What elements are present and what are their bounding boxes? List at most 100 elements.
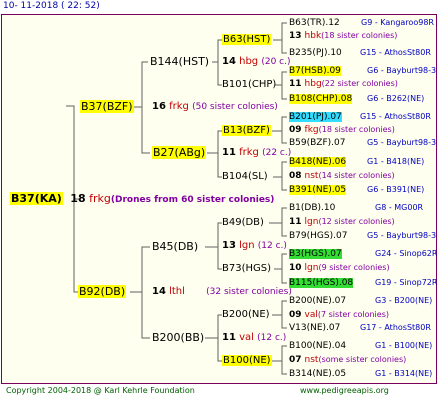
leaf-row: 10 lgn(9 sister colonies) (289, 262, 390, 274)
leaf-drone-count: 09 (289, 310, 302, 320)
root-drone-count: 18 (70, 192, 86, 205)
gen4-b63-label: B63(HST) (222, 34, 272, 45)
leaf-row: 07 nst(some sister colonies) (289, 354, 406, 366)
gen4-b13: B13(BZF) (222, 125, 271, 137)
leaf-origin-label: G15 - AthosSt80R (360, 112, 431, 121)
gen3-b200-code: val (239, 332, 254, 343)
leaf-drone-code: hbg (304, 79, 322, 89)
gen3-b45: B45(DB) (152, 240, 199, 253)
gen3-b27-count: 11 (222, 147, 236, 158)
gen4-b73-drones: 13 lgn (12 c.) (222, 240, 287, 252)
leaf-origin-label: G5 - Bayburt98-3 (367, 231, 437, 240)
leaf-drone-note: (some sister colonies) (318, 355, 407, 364)
leaf-queen-label: B201(PJ).07 (289, 112, 342, 122)
leaf-row: B79(HGS).07 G5 - Bayburt98-3 (289, 230, 436, 242)
leaf-drone-code: nst (304, 171, 319, 181)
gen3-b200-note: (12 c.) (257, 333, 287, 343)
leaf-origin-label: G1 - B418(NE) (367, 157, 425, 166)
leaf-row: V13(NE).07 G17 - AthosSt80R (289, 322, 431, 334)
leaf-drone-code: fkg (304, 125, 319, 135)
leaf-origin-label: G1 - B314(NE) (375, 369, 433, 378)
leaf-queen-label: B3(HGS).07 (289, 249, 342, 259)
leaf-origin-label: G19 - Sinop72R (375, 278, 438, 287)
gen3-b27-code: frkg (239, 147, 259, 158)
gen4-b63-drones: 14 hbg (20 c.) (222, 56, 291, 68)
drone-line-drones: 14 lthl (32 sister colonies) (152, 286, 292, 298)
leaf-origin-label: G8 - MG00R (375, 203, 424, 212)
leaf-origin-label: G5 - Bayburt98-3 (367, 138, 437, 147)
drone-line-node: B92(DB) (78, 285, 127, 298)
gen4-b63-count: 14 (222, 56, 236, 67)
queen-line-drone-code: frkg (169, 101, 189, 112)
leaf-drone-note: (12 sister colonies) (318, 217, 395, 226)
leaf-origin-label: G15 - AthosSt80R (360, 48, 431, 57)
leaf-queen-label: B418(NE).06 (289, 157, 347, 167)
leaf-queen-label: B100(NE).04 (289, 341, 347, 351)
leaf-drone-code: val (304, 310, 318, 320)
leaf-row: B7(HSB).09 G6 - Bayburt98-3 (289, 65, 436, 77)
leaf-row: B201(PJ).07 G15 - AthosSt80R (289, 111, 431, 123)
leaf-queen-label: B115(HGS).08 (289, 278, 354, 288)
leaf-drone-count: 08 (289, 171, 302, 181)
leaf-queen-label: B314(NE).05 (289, 369, 347, 379)
gen3-b200-count: 11 (222, 332, 236, 343)
leaf-origin-label: G1 - B100(NE) (375, 341, 433, 350)
leaf-row: B418(NE).06 G1 - B418(NE) (289, 156, 424, 168)
leaf-drone-code: hbk (304, 31, 322, 41)
leaf-queen-label: B200(NE).07 (289, 296, 347, 306)
leaf-row: B200(NE).07 G3 - B200(NE) (289, 295, 432, 307)
gen4-b73: B73(HGS) (222, 263, 272, 274)
copyright-text: Copyright 2004-2018 @ Karl Kehrle Founda… (6, 386, 195, 395)
leaf-origin-label: G6 - B391(NE) (367, 185, 425, 194)
leaf-row: B115(HGS).08 G19 - Sinop72R (289, 277, 437, 289)
leaf-row: B59(BZF).07 G5 - Bayburt98-3 (289, 137, 436, 149)
leaf-drone-count: 11 (289, 217, 302, 227)
leaf-row: 11 hbg(22 sister colonies) (289, 78, 398, 90)
queen-line-label: B37(BZF) (80, 100, 134, 113)
leaf-queen-label: B1(DB).10 (289, 203, 336, 213)
leaf-drone-note: (22 sister colonies) (321, 79, 398, 88)
drone-line-drone-count: 14 (152, 286, 166, 297)
leaf-queen-label: B235(PJ).10 (289, 48, 342, 58)
leaf-drone-note: (18 sister colonies) (318, 125, 395, 134)
root-queen-label: B37(KA) (10, 192, 63, 205)
leaf-row: B3(HGS).07 G24 - Sinop62R (289, 248, 437, 260)
leaf-drone-note: (14 sister colonies) (318, 171, 395, 180)
queen-line-drones: 16 frkg (50 sister colonies) (152, 101, 278, 113)
root-drone-code: frkg (89, 192, 111, 205)
gen4-b13-label: B13(BZF) (222, 125, 271, 136)
leaf-origin-label: G6 - B262(NE) (367, 94, 425, 103)
gen4-b63: B63(HST) (222, 34, 272, 46)
gen3-b200: B200(BB) (152, 331, 205, 344)
leaf-row: 09 val(7 sister colonies) (289, 309, 389, 321)
leaf-queen-label: V13(NE).07 (289, 323, 341, 333)
leaf-drone-note: (9 sister colonies) (318, 263, 390, 272)
gen3-b27-note: (22 c.) (262, 148, 292, 158)
gen3-b144: B144(HST) (150, 55, 210, 68)
gen4-b104: B104(SL) (222, 171, 268, 182)
gen4-b73-code: lgn (239, 240, 255, 251)
queen-line-node: B37(BZF) (80, 100, 134, 113)
leaf-drone-count: 10 (289, 263, 302, 273)
gen4-b101: B101(CHP) (222, 79, 277, 90)
leaf-origin-label: G24 - Sinop62R (375, 249, 438, 258)
leaf-queen-label: B59(BZF).07 (289, 138, 346, 148)
queen-line-drone-count: 16 (152, 101, 166, 112)
drone-line-label: B92(DB) (78, 285, 127, 298)
leaf-drone-note: (7 sister colonies) (317, 310, 389, 319)
leaf-drone-count: 11 (289, 79, 302, 89)
leaf-origin-label: G6 - Bayburt98-3 (367, 66, 437, 75)
leaf-row: B63(TR).12 G9 - Kangaroo98R (289, 17, 434, 29)
gen3-b200-drones: 11 val (12 c.) (222, 332, 286, 344)
leaf-row: 09 fkg(18 sister colonies) (289, 124, 395, 136)
leaf-drone-count: 07 (289, 355, 302, 365)
leaf-queen-label: B391(NE).05 (289, 185, 347, 195)
drone-line-drone-code: lthl (169, 286, 185, 297)
leaf-row: 08 nst(14 sister colonies) (289, 170, 395, 182)
root-drone-note: (Drones from 60 sister colonies) (110, 195, 275, 205)
gen4-b200ne: B200(NE) (222, 309, 270, 320)
site-link[interactable]: www.pedigreeapis.org (300, 386, 389, 395)
leaf-drone-code: nst (304, 355, 319, 365)
leaf-queen-label: B108(CHP).08 (289, 94, 353, 104)
gen4-b63-code: hbg (239, 56, 259, 67)
